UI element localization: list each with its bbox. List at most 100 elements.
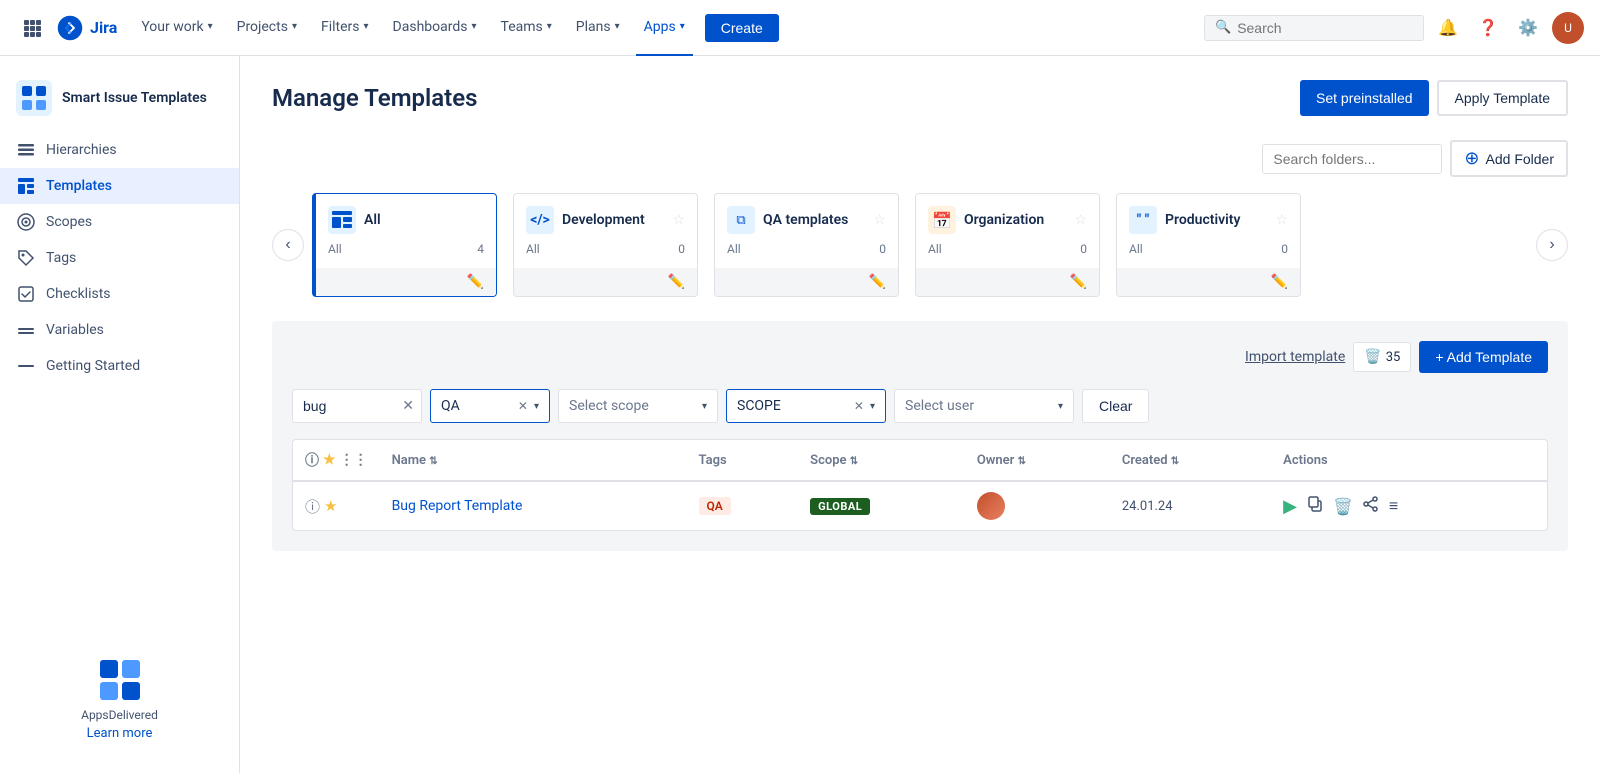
template-tag-badge: QA bbox=[699, 497, 731, 515]
scope-value-filter-chevron-icon: ▾ bbox=[870, 401, 875, 412]
carousel-prev-button[interactable]: ‹ bbox=[272, 229, 304, 261]
carousel-next-button[interactable]: › bbox=[1536, 229, 1568, 261]
notifications-icon[interactable]: 🔔 bbox=[1432, 12, 1464, 44]
folder-all-name: All bbox=[364, 212, 484, 228]
templates-table: ⓘ ★ ⋮⋮ Name ⇅ Tags bbox=[292, 439, 1548, 531]
run-template-icon[interactable]: ▶ bbox=[1283, 496, 1297, 517]
nav-right-section: 🔍 🔔 ❓ ⚙️ U bbox=[1204, 12, 1584, 44]
sidebar: Smart Issue Templates Hierarchies Templa… bbox=[0, 56, 240, 773]
nav-dashboards[interactable]: Dashboards ▾ bbox=[385, 0, 485, 56]
copy-template-icon[interactable] bbox=[1307, 496, 1323, 516]
grid-menu-icon[interactable] bbox=[16, 12, 48, 44]
folder-card-all[interactable]: All All 4 ✏️ bbox=[312, 193, 497, 297]
folder-dev-edit-icon[interactable]: ✏️ bbox=[668, 274, 685, 290]
user-avatar[interactable]: U bbox=[1552, 12, 1584, 44]
folder-org-star-icon[interactable]: ☆ bbox=[1074, 212, 1087, 228]
trash-icon: 🗑️ bbox=[1364, 349, 1381, 365]
folder-org-icon: 📅 bbox=[928, 206, 956, 234]
folder-qa-edit-icon[interactable]: ✏️ bbox=[869, 274, 886, 290]
logo-text: Jira bbox=[90, 18, 117, 37]
row-info-icon[interactable]: ⓘ bbox=[305, 496, 320, 517]
tag-filter-clear-icon[interactable]: ✕ bbox=[518, 399, 528, 413]
scope-value-filter-clear-icon[interactable]: ✕ bbox=[854, 399, 864, 413]
hierarchies-icon bbox=[16, 140, 36, 160]
nav-filters[interactable]: Filters ▾ bbox=[313, 0, 377, 56]
nav-plans[interactable]: Plans ▾ bbox=[568, 0, 628, 56]
sidebar-item-scopes[interactable]: Scopes bbox=[0, 204, 239, 240]
templates-toolbar: Import template 🗑️ 35 + Add Template bbox=[292, 341, 1548, 373]
folder-prod-icon: " " bbox=[1129, 206, 1157, 234]
scope-filter-select[interactable]: Select scope ▾ bbox=[558, 389, 718, 423]
share-template-icon[interactable] bbox=[1363, 496, 1379, 516]
sidebar-item-variables[interactable]: Variables bbox=[0, 312, 239, 348]
plus-circle-icon: ⊕ bbox=[1464, 148, 1479, 169]
more-options-icon[interactable]: ≡ bbox=[1389, 496, 1398, 516]
trash-button[interactable]: 🗑️ 35 bbox=[1353, 342, 1411, 372]
search-folders-input[interactable] bbox=[1262, 144, 1442, 174]
tag-filter-chevron-icon: ▾ bbox=[534, 401, 539, 412]
template-name-link[interactable]: Bug Report Template bbox=[392, 498, 523, 514]
sidebar-app-icon bbox=[16, 80, 52, 116]
folders-carousel: ‹ All All bbox=[272, 193, 1568, 297]
apply-template-button[interactable]: Apply Template bbox=[1437, 80, 1568, 116]
search-input[interactable] bbox=[1237, 20, 1413, 36]
folder-card-productivity[interactable]: " " Productivity ☆ All 0 ✏️ bbox=[1116, 193, 1301, 297]
sidebar-item-checklists[interactable]: Checklists bbox=[0, 276, 239, 312]
learn-more-link[interactable]: Learn more bbox=[87, 726, 153, 741]
tag-filter-select[interactable]: QA ✕ ▾ bbox=[430, 389, 550, 423]
sidebar-item-templates[interactable]: Templates bbox=[0, 168, 239, 204]
add-template-button[interactable]: + Add Template bbox=[1419, 341, 1548, 373]
templates-section: Import template 🗑️ 35 + Add Template ✕ Q… bbox=[272, 321, 1568, 551]
folder-card-organization[interactable]: 📅 Organization ☆ All 0 ✏️ bbox=[915, 193, 1100, 297]
text-filter-clear-icon[interactable]: ✕ bbox=[402, 398, 414, 414]
col-scope[interactable]: Scope ⇅ bbox=[798, 440, 965, 481]
nav-apps[interactable]: Apps ▾ bbox=[636, 0, 693, 56]
scope-value-filter-select[interactable]: SCOPE ✕ ▾ bbox=[726, 389, 886, 423]
import-template-link[interactable]: Import template bbox=[1245, 349, 1345, 365]
star-col-icon: ★ bbox=[323, 452, 336, 468]
nav-projects[interactable]: Projects ▾ bbox=[229, 0, 305, 56]
global-search-box[interactable]: 🔍 bbox=[1204, 15, 1424, 41]
jira-logo[interactable]: Jira bbox=[56, 14, 117, 42]
scope-sort-icon: ⇅ bbox=[850, 456, 858, 467]
help-icon[interactable]: ❓ bbox=[1472, 12, 1504, 44]
sidebar-item-tags[interactable]: Tags bbox=[0, 240, 239, 276]
settings-icon[interactable]: ⚙️ bbox=[1512, 12, 1544, 44]
chevron-down-icon: ▾ bbox=[547, 21, 552, 32]
folders-list: All All 4 ✏️ bbox=[312, 193, 1528, 297]
folder-card-development[interactable]: </> Development ☆ All 0 ✏️ bbox=[513, 193, 698, 297]
folder-prod-star-icon[interactable]: ☆ bbox=[1275, 212, 1288, 228]
col-tags: Tags bbox=[687, 440, 799, 481]
folder-card-qa[interactable]: ⧉ QA templates ☆ All 0 ✏️ bbox=[714, 193, 899, 297]
folder-org-name: Organization bbox=[964, 212, 1066, 228]
set-preinstalled-button[interactable]: Set preinstalled bbox=[1300, 80, 1429, 116]
row-indicator-icons: ⓘ ★ bbox=[305, 496, 368, 517]
add-folder-button[interactable]: ⊕ Add Folder bbox=[1450, 140, 1568, 177]
nav-teams[interactable]: Teams ▾ bbox=[493, 0, 560, 56]
scope-filter-chevron-icon: ▾ bbox=[702, 401, 707, 412]
sidebar-item-getting-started[interactable]: Getting Started bbox=[0, 348, 239, 384]
folder-qa-icon: ⧉ bbox=[727, 206, 755, 234]
nav-your-work[interactable]: Your work ▾ bbox=[133, 0, 220, 56]
col-actions: Actions bbox=[1271, 440, 1547, 481]
trash-count-badge: 35 bbox=[1386, 350, 1401, 365]
col-created[interactable]: Created ⇅ bbox=[1110, 440, 1271, 481]
folder-prod-edit-icon[interactable]: ✏️ bbox=[1271, 274, 1288, 290]
templates-icon bbox=[16, 176, 36, 196]
clear-filters-button[interactable]: Clear bbox=[1082, 389, 1149, 423]
chevron-down-icon: ▾ bbox=[208, 21, 213, 32]
folder-dev-star-icon[interactable]: ☆ bbox=[672, 212, 685, 228]
create-button[interactable]: Create bbox=[705, 14, 779, 42]
folder-org-stats: All 0 bbox=[928, 242, 1087, 256]
top-nav: Jira Your work ▾ Projects ▾ Filters ▾ Da… bbox=[0, 0, 1600, 56]
folder-org-edit-icon[interactable]: ✏️ bbox=[1070, 274, 1087, 290]
row-star-icon[interactable]: ★ bbox=[324, 497, 337, 515]
user-filter-select[interactable]: Select user ▾ bbox=[894, 389, 1074, 423]
sidebar-item-hierarchies[interactable]: Hierarchies bbox=[0, 132, 239, 168]
folder-qa-star-icon[interactable]: ☆ bbox=[873, 212, 886, 228]
col-owner[interactable]: Owner ⇅ bbox=[965, 440, 1110, 481]
delete-template-icon[interactable]: 🗑️ bbox=[1333, 497, 1353, 516]
folder-all-edit-icon[interactable]: ✏️ bbox=[467, 274, 484, 290]
col-name[interactable]: Name ⇅ bbox=[380, 440, 687, 481]
table-row: ⓘ ★ Bug Report Template QA bbox=[293, 481, 1547, 530]
